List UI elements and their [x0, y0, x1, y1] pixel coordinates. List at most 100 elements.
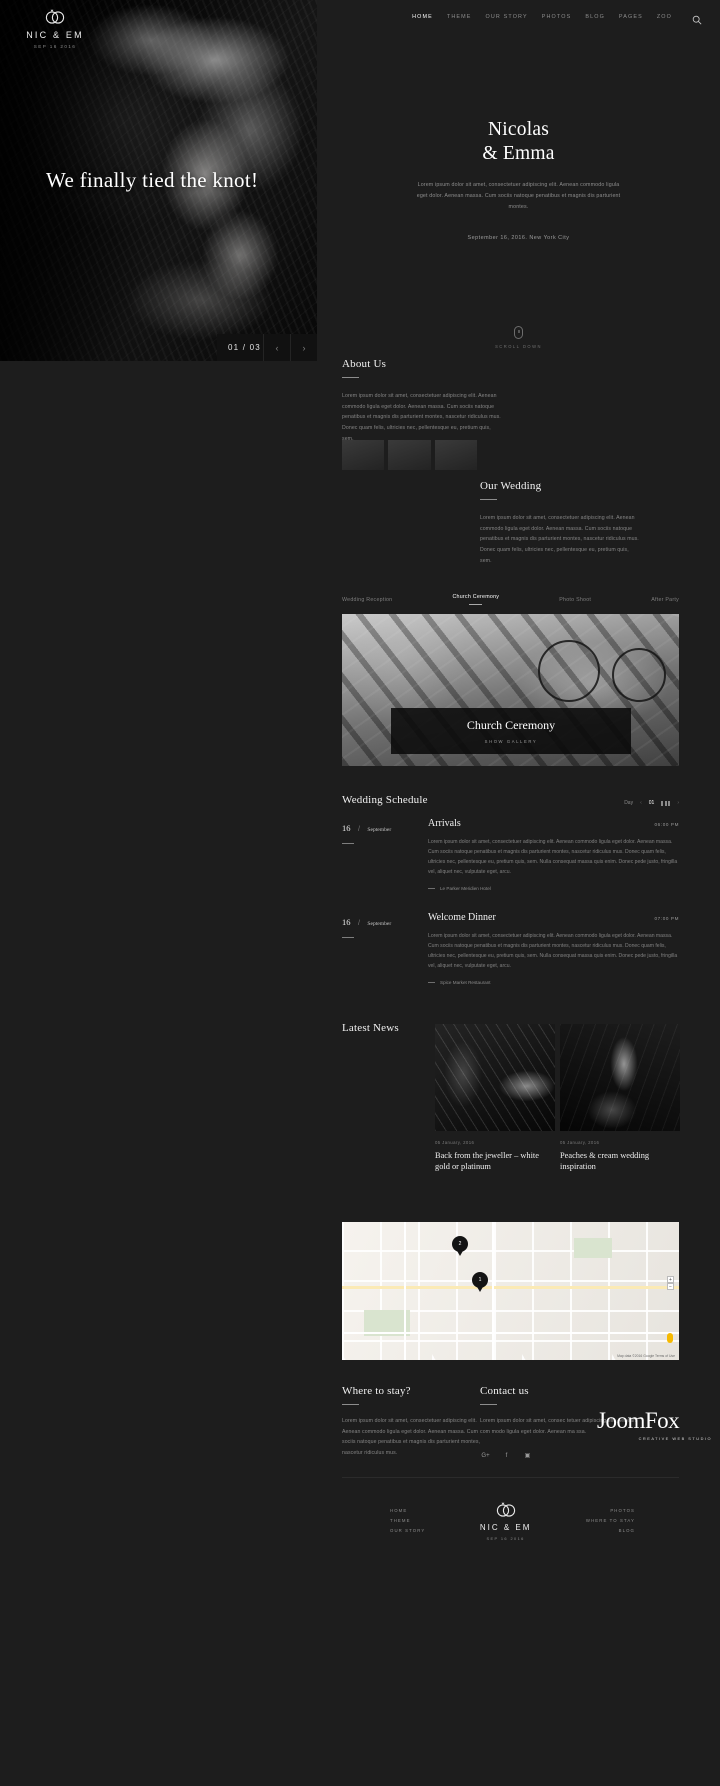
footer-links-left: HOME THEME OUR STORY	[390, 1502, 425, 1533]
about-us-rule	[342, 377, 359, 378]
nav-item-blog[interactable]: BLOG	[585, 14, 605, 20]
schedule-date-separator: /	[357, 826, 360, 833]
tab-wedding-reception[interactable]: Wedding Reception	[342, 597, 392, 603]
tab-photo-shoot[interactable]: Photo Shoot	[559, 597, 591, 603]
facebook-icon[interactable]: f	[501, 1450, 512, 1461]
schedule-next-day[interactable]: ›	[677, 800, 679, 806]
footer-link-theme[interactable]: THEME	[390, 1518, 425, 1523]
hero-slider[interactable]: NIC & EM SEP 16 2016 We finally tied the…	[0, 0, 317, 361]
intro-block: Nicolas & Emma Lorem ipsum dolor sit ame…	[317, 118, 720, 241]
map-road-vertical	[492, 1222, 494, 1360]
our-wedding-rule	[480, 499, 497, 500]
where-to-stay-rule	[342, 1404, 359, 1405]
contact-us-rule	[480, 1404, 497, 1405]
contact-us-title: Contact us	[480, 1385, 529, 1397]
map-zoom-in-button[interactable]: +	[667, 1276, 674, 1283]
our-wedding-body: Lorem ipsum dolor sit amet, consectetuer…	[480, 515, 639, 564]
schedule-date-separator: /	[357, 920, 360, 927]
our-wedding-section: Our Wedding Lorem ipsum dolor sit amet, …	[480, 480, 640, 566]
footer-link-photos[interactable]: PHOTOS	[586, 1508, 635, 1513]
google-plus-icon[interactable]: G+	[480, 1450, 491, 1461]
footer-links-right: PHOTOS WHERE TO STAY BLOG	[586, 1502, 635, 1533]
watermark-name: JoomFox	[597, 1408, 680, 1433]
schedule-event-time: 06:00 PM	[654, 822, 679, 827]
schedule-item-date: 16 / September	[342, 818, 422, 844]
location-map[interactable]: 2 1 + − Map data ©2016 Google Terms of U…	[342, 1222, 679, 1360]
title-line-2: & Emma	[482, 142, 555, 164]
tab-after-party[interactable]: After Party	[651, 597, 679, 603]
schedule-day: 16	[342, 917, 351, 927]
site-logo[interactable]: NIC & EM SEP 16 2016	[20, 9, 90, 49]
wedding-schedule-title: Wedding Schedule	[342, 794, 428, 806]
map-pin-tip	[476, 1285, 484, 1292]
nav-item-our-story[interactable]: OUR STORY	[486, 14, 528, 20]
map-pin-2[interactable]: 2	[452, 1236, 468, 1257]
tab-church-ceremony[interactable]: Church Ceremony	[452, 594, 499, 605]
footer-logo[interactable]: NIC & EM SEP 16 2016	[480, 1502, 532, 1541]
news-thumbnail[interactable]	[435, 1024, 555, 1131]
map-pin-1[interactable]: 1	[472, 1272, 488, 1293]
location-text: Le Parker Meridien Hotel	[440, 885, 491, 891]
brand-name: NIC & EM	[26, 30, 84, 40]
latest-news-grid: 05 January, 2016 Back from the jeweller …	[435, 1024, 680, 1173]
footer-link-home[interactable]: HOME	[390, 1508, 425, 1513]
schedule-day: 16	[342, 823, 351, 833]
our-wedding-title: Our Wedding	[480, 480, 542, 492]
schedule-date-rule	[342, 937, 354, 938]
nav-item-zoo[interactable]: ZOO	[657, 14, 672, 20]
schedule-event-description: Lorem ipsum dolor sit amet, consectetuer…	[428, 933, 678, 969]
footer-link-blog[interactable]: BLOG	[586, 1528, 635, 1533]
nav-item-photos[interactable]: PHOTOS	[542, 14, 572, 20]
location-text: Spice Market Restaurant	[440, 979, 491, 985]
footer-divider	[342, 1477, 679, 1478]
footer-link-our-story[interactable]: OUR STORY	[390, 1528, 425, 1533]
footer-brand-name: NIC & EM	[479, 1523, 532, 1532]
page-title: Nicolas & Emma	[317, 118, 720, 166]
news-date: 05 January, 2016	[560, 1140, 600, 1145]
scroll-down-label: SCROLL DOWN	[495, 344, 542, 349]
wedding-rings-icon	[40, 9, 70, 25]
scroll-down-indicator[interactable]: SCROLL DOWN	[317, 326, 720, 349]
hero-controls[interactable]: 01 / 03 ‹ ›	[217, 334, 317, 361]
instagram-icon[interactable]: ▣	[522, 1450, 533, 1461]
schedule-grid-icon[interactable]	[661, 800, 671, 806]
nav-item-home[interactable]: HOME	[412, 14, 433, 20]
news-headline[interactable]: Back from the jeweller – white gold or p…	[435, 1150, 555, 1173]
brand-date: SEP 16 2016	[33, 44, 77, 49]
map-street-view-pegman[interactable]	[667, 1333, 673, 1343]
news-card[interactable]: 05 January, 2016 Back from the jeweller …	[435, 1024, 555, 1173]
bicycle-wheel-shape	[538, 640, 600, 702]
schedule-event-name: Welcome Dinner	[428, 912, 496, 923]
where-to-stay-title: Where to stay?	[342, 1385, 411, 1397]
map-zoom-controls[interactable]: + −	[667, 1276, 674, 1290]
where-to-stay-body: Lorem ipsum dolor sit amet, consectetuer…	[342, 1418, 481, 1456]
schedule-prev-day[interactable]: ‹	[640, 800, 642, 806]
site-footer: HOME THEME OUR STORY NIC & EM SEP 16 201…	[342, 1502, 679, 1572]
about-thumb-1	[342, 440, 385, 470]
map-zoom-out-button[interactable]: −	[667, 1283, 674, 1290]
gallery-show-gallery-link[interactable]: SHOW GALLERY	[485, 739, 538, 744]
search-icon[interactable]	[692, 12, 702, 25]
title-line-1: Nicolas	[488, 119, 549, 140]
schedule-day-label: Day	[624, 800, 634, 806]
gallery-tabs: Wedding Reception Church Ceremony Photo …	[342, 594, 679, 605]
news-headline[interactable]: Peaches & cream wedding inspiration	[560, 1150, 680, 1173]
hero-prev-button[interactable]: ‹	[263, 334, 290, 361]
where-to-stay-section: Where to stay? Lorem ipsum dolor sit ame…	[342, 1385, 492, 1459]
schedule-event-time: 07:00 PM	[654, 916, 679, 921]
news-thumbnail[interactable]	[560, 1024, 680, 1131]
hero-caption: We finally tied the knot!	[46, 168, 259, 192]
nav-item-theme[interactable]: THEME	[447, 14, 472, 20]
schedule-event-location: Le Parker Meridien Hotel	[428, 886, 679, 891]
nav-item-pages[interactable]: PAGES	[619, 14, 643, 20]
gallery-feature-image[interactable]: Church Ceremony SHOW GALLERY	[342, 614, 679, 766]
gallery-overlay[interactable]: Church Ceremony SHOW GALLERY	[391, 708, 631, 754]
wedding-rings-icon	[491, 1502, 521, 1518]
footer-link-where-to-stay[interactable]: WHERE TO STAY	[586, 1518, 635, 1523]
location-dash-icon	[428, 887, 435, 889]
schedule-day-control[interactable]: Day ‹ 01 ›	[624, 800, 679, 806]
mouse-icon	[514, 326, 523, 339]
wedding-schedule-header: Wedding Schedule Day ‹ 01 ›	[342, 794, 679, 806]
hero-next-button[interactable]: ›	[290, 334, 317, 361]
news-card[interactable]: 05 January, 2016 Peaches & cream wedding…	[560, 1024, 680, 1173]
